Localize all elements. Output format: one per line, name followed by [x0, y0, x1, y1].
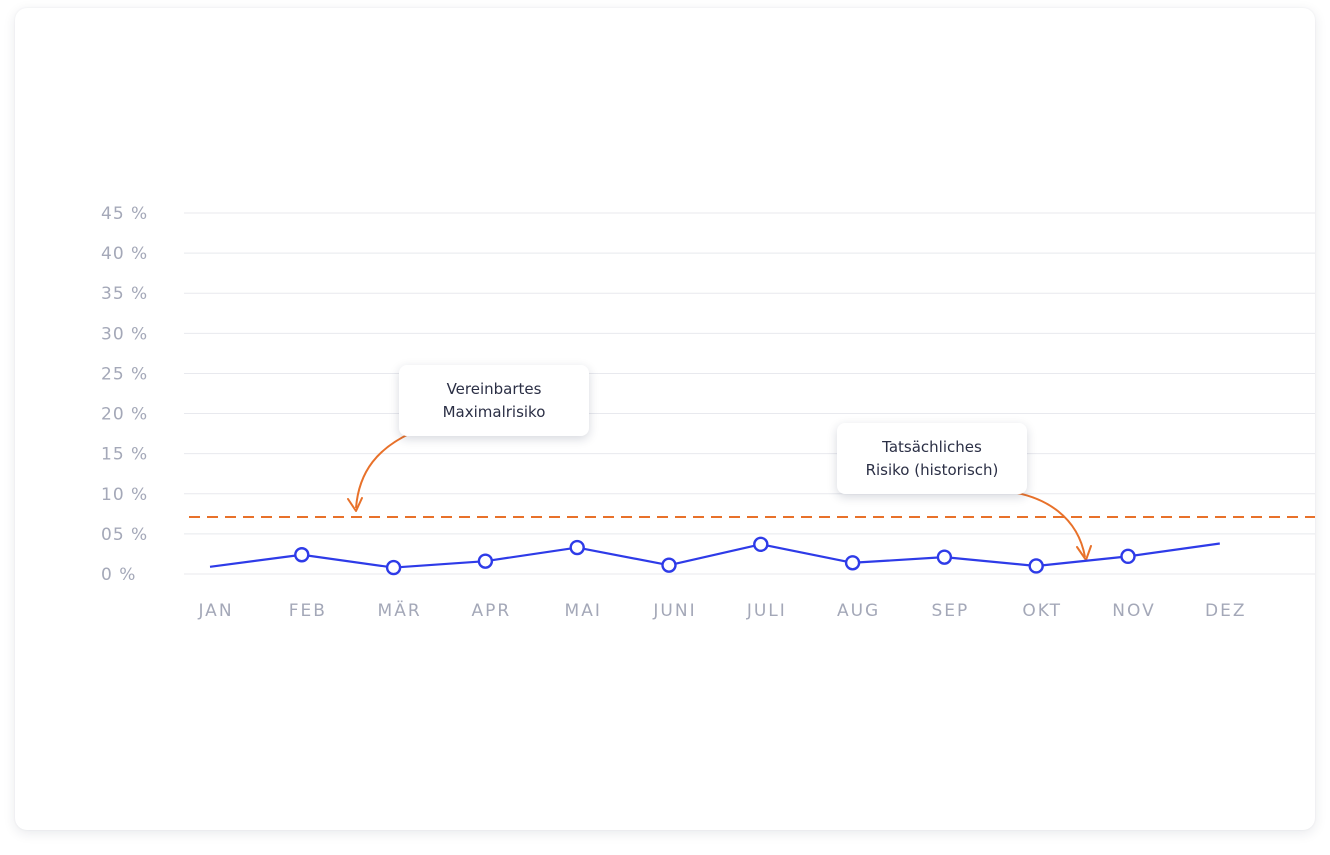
- data-point: [661, 557, 677, 573]
- annotation-arrow-2: [1004, 490, 1086, 558]
- y-tick-label: 15 %: [101, 445, 148, 465]
- annotation-line: Vereinbartes: [446, 379, 542, 398]
- y-tick-label: 20 %: [101, 405, 148, 425]
- annotation-arrow-1: [355, 432, 412, 509]
- y-tick-label: 30 %: [101, 324, 148, 344]
- y-tick-label: 40 %: [101, 244, 148, 264]
- x-axis-ticks: JAN FEB MÄR APR MAI JUNI JULI AUG SEP OKT NOV DEZ: [197, 600, 1246, 621]
- annotation-line: Tatsächliches: [882, 437, 982, 456]
- data-point: [1120, 548, 1136, 565]
- data-point: [294, 547, 310, 563]
- x-tick-label: NOV: [1112, 601, 1155, 621]
- y-tick-label: 05 %: [101, 525, 148, 545]
- data-point: [385, 559, 402, 576]
- y-tick-label: 25 %: [101, 364, 148, 384]
- x-tick-label: JAN: [197, 601, 233, 621]
- x-tick-label: AUG: [837, 601, 880, 621]
- y-tick-label: 10 %: [101, 485, 148, 505]
- x-tick-label: JUNI: [652, 601, 696, 621]
- annotation-callout-max-risk: Vereinbartes Maximalrisiko: [399, 365, 589, 436]
- data-point: [569, 539, 585, 556]
- annotation-arrowhead-1: [347, 497, 363, 512]
- y-tick-label: 0 %: [101, 565, 136, 585]
- data-point: [477, 553, 494, 569]
- data-point: [753, 536, 769, 553]
- annotation-line: Maximalrisiko: [442, 402, 546, 421]
- x-tick-label: FEB: [289, 601, 327, 621]
- y-tick-label: 45 %: [101, 204, 148, 224]
- x-tick-label: OKT: [1022, 601, 1062, 621]
- y-axis-ticks: 0 % 05 % 10 % 15 % 20 % 25 % 30 % 35 % 40 % 45 %: [101, 204, 148, 585]
- data-point: [1028, 558, 1044, 574]
- x-tick-label: APR: [472, 601, 512, 621]
- x-tick-label: JULI: [746, 601, 787, 621]
- grid-lines: [184, 212, 1315, 575]
- x-tick-label: MÄR: [378, 600, 422, 621]
- data-point: [936, 549, 953, 565]
- annotation-line: Risiko (historisch): [865, 460, 999, 479]
- data-point: [844, 555, 861, 571]
- chart-card: 0 % 05 % 10 % 15 % 20 % 25 % 30 % 35 % 40 % 45 % …: [15, 8, 1315, 830]
- x-tick-label: DEZ: [1205, 601, 1246, 621]
- series-line: [209, 542, 1220, 569]
- x-tick-label: SEP: [932, 601, 970, 621]
- risk-line-chart: 0 %05 %10 %15 %20 %25 %30 %35 %40 %45 % …: [101, 204, 1315, 621]
- x-tick-label: MAI: [565, 601, 602, 621]
- annotation-callout-actual-risk: Tatsächliches Risiko (historisch): [837, 423, 1027, 494]
- y-tick-label: 35 %: [101, 284, 148, 304]
- series-group: [209, 536, 1220, 576]
